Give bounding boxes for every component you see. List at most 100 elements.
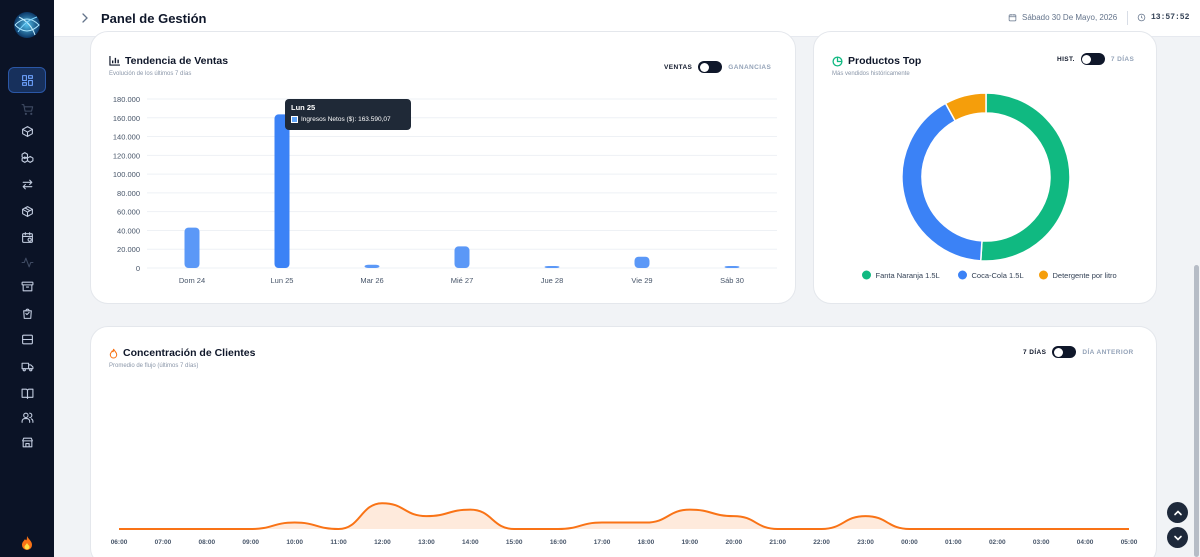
legend-label: Coca-Cola 1.5L: [972, 271, 1024, 280]
x-tick-label: Lun 25: [271, 276, 294, 285]
sidebar-item-users[interactable]: [8, 404, 46, 430]
legend-swatch: [1039, 270, 1048, 280]
dashboard-icon: [21, 74, 33, 86]
sidebar-item-catalog[interactable]: [8, 380, 46, 406]
products-donut-chart: Fanta Naranja 1.5L Coca-Cola 1.5L Detergen…: [862, 92, 1117, 280]
y-tick-label: 0: [136, 264, 140, 273]
scroll-down-button[interactable]: [1167, 527, 1188, 548]
legend-label: Detergente por litro: [1053, 271, 1117, 280]
chevron-down-icon: [1173, 535, 1182, 541]
y-tick-label: 100.000: [113, 170, 140, 179]
store-icon: [21, 437, 33, 447]
bar-lun-25: [274, 114, 290, 268]
chevron-right-icon[interactable]: [78, 11, 92, 25]
users-icon: [21, 412, 33, 423]
bar-jue-28: [544, 266, 560, 268]
sidebar-item-dashboard[interactable]: [8, 67, 46, 93]
slice-1: [979, 92, 1071, 262]
x-tick-label: 02:00: [989, 539, 1006, 546]
x-tick-label: 17:00: [594, 539, 611, 546]
sidebar: [0, 0, 54, 557]
chart-tooltip: Lun 25 Ingresos Netos ($): 163.590,07: [285, 99, 411, 130]
area-fill: [119, 503, 1129, 529]
bar-dom-24: [184, 227, 200, 268]
x-tick-label: Vie 29: [631, 276, 652, 285]
sidebar-item-wallet[interactable]: [8, 326, 46, 352]
slice-2: [901, 102, 983, 262]
fire-icon[interactable]: [14, 531, 40, 555]
bar-sáb-30: [724, 266, 740, 268]
sales-bar-chart: 180.000 160.000 140.000 120.000 100.000 80.00…: [113, 95, 777, 285]
x-tick-label: 19:00: [682, 539, 699, 546]
sidebar-item-inventory[interactable]: [8, 144, 46, 170]
page-title: Panel de Gestión: [101, 11, 207, 26]
archive-icon: [21, 281, 33, 291]
sidebar-item-orders[interactable]: [8, 300, 46, 326]
chevron-up-icon: [1173, 509, 1182, 515]
legend-swatch: [958, 270, 967, 280]
x-tick-label: 23:00: [857, 539, 874, 546]
sidebar-item-store[interactable]: [8, 429, 46, 455]
x-tick-label: 04:00: [1077, 539, 1094, 546]
tooltip-title: Lun 25: [291, 103, 316, 112]
calendar-icon: [21, 231, 33, 243]
sidebar-item-transfers[interactable]: [8, 171, 46, 197]
sales-trend-card: Tendencia de Ventas Evolución de los últ…: [90, 31, 796, 304]
x-tick-label: 14:00: [462, 539, 479, 546]
sidebar-item-calendar[interactable]: [8, 224, 46, 250]
clock-display: 13:57:52: [1137, 13, 1189, 22]
x-tick-label: 15:00: [506, 539, 523, 546]
x-tick-label: 00:00: [901, 539, 918, 546]
x-tick-label: Jue 28: [541, 276, 564, 285]
header-divider: [1127, 11, 1128, 25]
page-scrollbar[interactable]: [1194, 265, 1199, 557]
x-tick-label: Mié 27: [451, 276, 474, 285]
tooltip-swatch: [291, 116, 298, 123]
x-tick-label: Dom 24: [179, 276, 205, 285]
date-display: Sábado 30 De Mayo, 2026: [1008, 13, 1117, 22]
y-tick-label: 180.000: [113, 95, 140, 104]
x-tick-label: 09:00: [242, 539, 259, 546]
x-tick-label: Mar 26: [360, 276, 383, 285]
box-icon: [21, 125, 33, 137]
bar-mar-26: [364, 264, 380, 268]
y-tick-label: 60.000: [117, 208, 140, 217]
clock-icon: [1137, 13, 1146, 22]
x-tick-label: 10:00: [286, 539, 303, 546]
x-tick-label: 01:00: [945, 539, 962, 546]
sidebar-item-products[interactable]: [8, 118, 46, 144]
legend-label: Fanta Naranja 1.5L: [876, 271, 940, 280]
x-tick-label: 07:00: [155, 539, 172, 546]
wallet-icon: [21, 334, 33, 344]
x-tick-label: 12:00: [374, 539, 391, 546]
tooltip-label: Ingresos Netos ($): 163.590,07: [301, 116, 391, 123]
boxes-icon: [21, 151, 33, 163]
x-tick-label: Sáb 30: [720, 276, 744, 285]
y-tick-label: 160.000: [113, 114, 140, 123]
date-text: Sábado 30 De Mayo, 2026: [1022, 13, 1118, 22]
clients-concentration-card: Concentración de Clientes Promedio de fl…: [90, 326, 1157, 557]
bag-icon: [22, 308, 32, 319]
sidebar-item-activity[interactable]: [8, 249, 46, 275]
x-tick-label: 11:00: [330, 539, 347, 546]
x-tick-label: 05:00: [1121, 539, 1138, 546]
sidebar-item-delivery[interactable]: [8, 353, 46, 379]
x-tick-label: 21:00: [769, 539, 786, 546]
y-tick-label: 20.000: [117, 245, 140, 254]
sidebar-item-packages[interactable]: [8, 198, 46, 224]
tooltip-row: Ingresos Netos ($): 163.590,07: [291, 116, 405, 123]
x-tick-label: 18:00: [638, 539, 655, 546]
x-tick-label: 08:00: [199, 539, 216, 546]
fire-glyph-icon: [22, 536, 32, 550]
sidebar-item-archive[interactable]: [8, 273, 46, 299]
calendar-icon: [1008, 14, 1017, 22]
scroll-up-button[interactable]: [1167, 502, 1188, 523]
book-icon: [21, 388, 33, 399]
x-tick-label: 06:00: [111, 539, 128, 546]
top-products-card: Productos Top Más vendidos históricament…: [813, 31, 1157, 304]
x-tick-label: 22:00: [813, 539, 830, 546]
activity-icon: [21, 257, 33, 267]
cart-icon: [21, 103, 33, 115]
x-tick-label: 13:00: [418, 539, 435, 546]
x-tick-label: 20:00: [725, 539, 742, 546]
